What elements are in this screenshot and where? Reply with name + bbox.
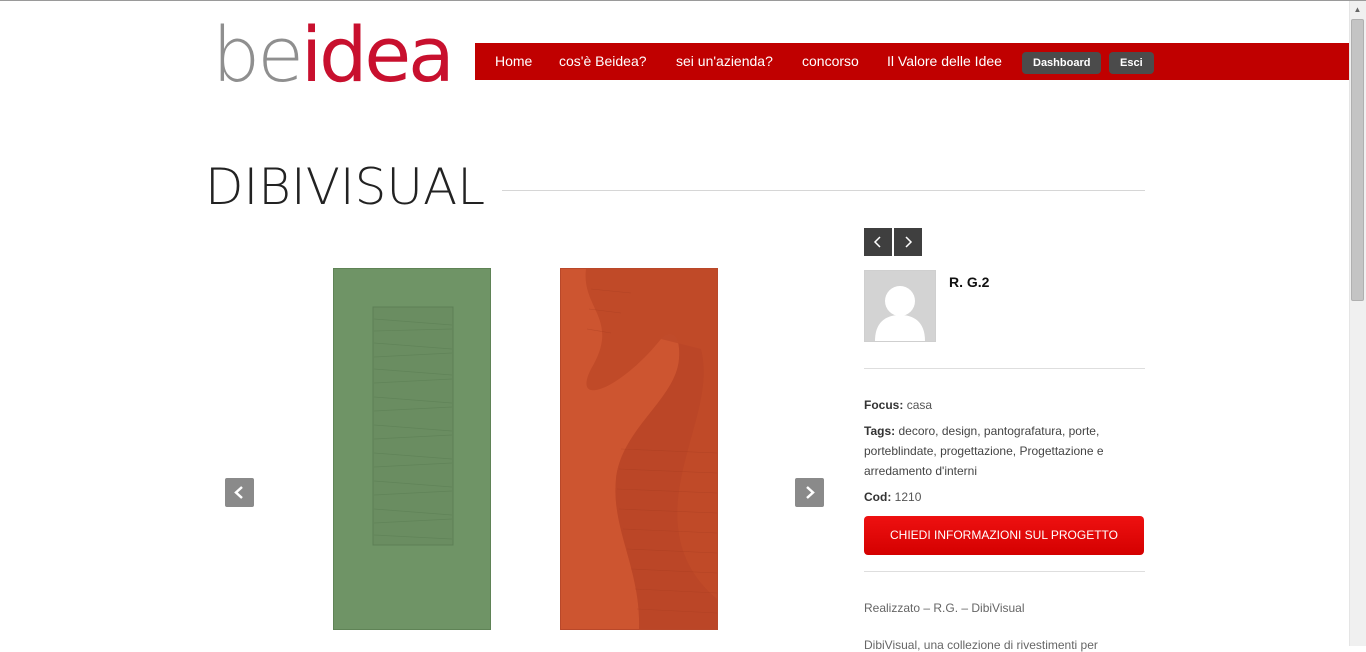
user-placeholder-icon xyxy=(875,286,925,341)
main-nav: Home cos'è Beidea? sei un'azienda? conco… xyxy=(475,43,1350,80)
focus-row: Focus: casa xyxy=(864,398,932,412)
chevron-left-icon xyxy=(234,486,243,499)
nav-about[interactable]: cos'è Beidea? xyxy=(559,43,647,80)
gallery-next-button[interactable] xyxy=(795,478,824,507)
door-pattern-orange xyxy=(585,269,717,629)
chevron-right-icon xyxy=(905,236,913,248)
door-image-orange[interactable] xyxy=(560,268,718,630)
prev-project-button[interactable] xyxy=(864,228,892,256)
scroll-up-arrow-icon[interactable]: ▲ xyxy=(1349,1,1366,18)
nav-company[interactable]: sei un'azienda? xyxy=(676,43,773,80)
code-row: Cod: 1210 xyxy=(864,490,921,504)
tag-link[interactable]: design xyxy=(942,424,977,438)
next-project-button[interactable] xyxy=(894,228,922,256)
chevron-left-icon xyxy=(873,236,881,248)
sidebar-divider xyxy=(864,571,1145,572)
focus-value[interactable]: casa xyxy=(907,398,932,412)
project-description-line2: DibiVisual, una collezione di rivestimen… xyxy=(864,638,1098,652)
tags-row: Tags: decoro, design, pantografatura, po… xyxy=(864,424,1104,478)
request-info-button[interactable]: CHIEDI INFORMAZIONI SUL PROGETTO xyxy=(864,516,1144,555)
nav-contest[interactable]: concorso xyxy=(802,43,859,80)
project-description-line1: Realizzato – R.G. – DibiVisual xyxy=(864,601,1025,615)
code-label: Cod: xyxy=(864,490,892,504)
page-title: DIBIVISUAL xyxy=(205,158,486,216)
chevron-right-icon xyxy=(806,486,815,499)
tag-link[interactable]: porteblindate xyxy=(864,444,933,458)
tag-link[interactable]: pantografatura xyxy=(984,424,1062,438)
avatar[interactable] xyxy=(864,270,936,342)
logo-text-idea: idea xyxy=(301,10,455,99)
nav-value-of-ideas[interactable]: Il Valore delle Idee xyxy=(887,43,1002,80)
tags-label: Tags: xyxy=(864,424,896,438)
nav-home[interactable]: Home xyxy=(495,43,532,80)
tag-link[interactable]: progettazione xyxy=(940,444,1013,458)
title-divider xyxy=(502,190,1145,191)
tag-link[interactable]: decoro xyxy=(898,424,935,438)
tag-link[interactable]: porte xyxy=(1069,424,1096,438)
logout-button[interactable]: Esci xyxy=(1109,52,1154,74)
focus-label: Focus: xyxy=(864,398,904,412)
scrollbar-thumb[interactable] xyxy=(1351,19,1364,301)
code-value: 1210 xyxy=(894,490,922,504)
beidea-logo[interactable]: beidea xyxy=(212,15,455,95)
door-image-green[interactable] xyxy=(333,268,491,630)
gallery-prev-button[interactable] xyxy=(225,478,254,507)
author-name[interactable]: R. G.2 xyxy=(949,274,989,290)
logo-text-be: be xyxy=(212,10,304,99)
door-pattern-green xyxy=(372,306,454,546)
sidebar-divider xyxy=(864,368,1145,369)
dashboard-button[interactable]: Dashboard xyxy=(1022,52,1102,74)
